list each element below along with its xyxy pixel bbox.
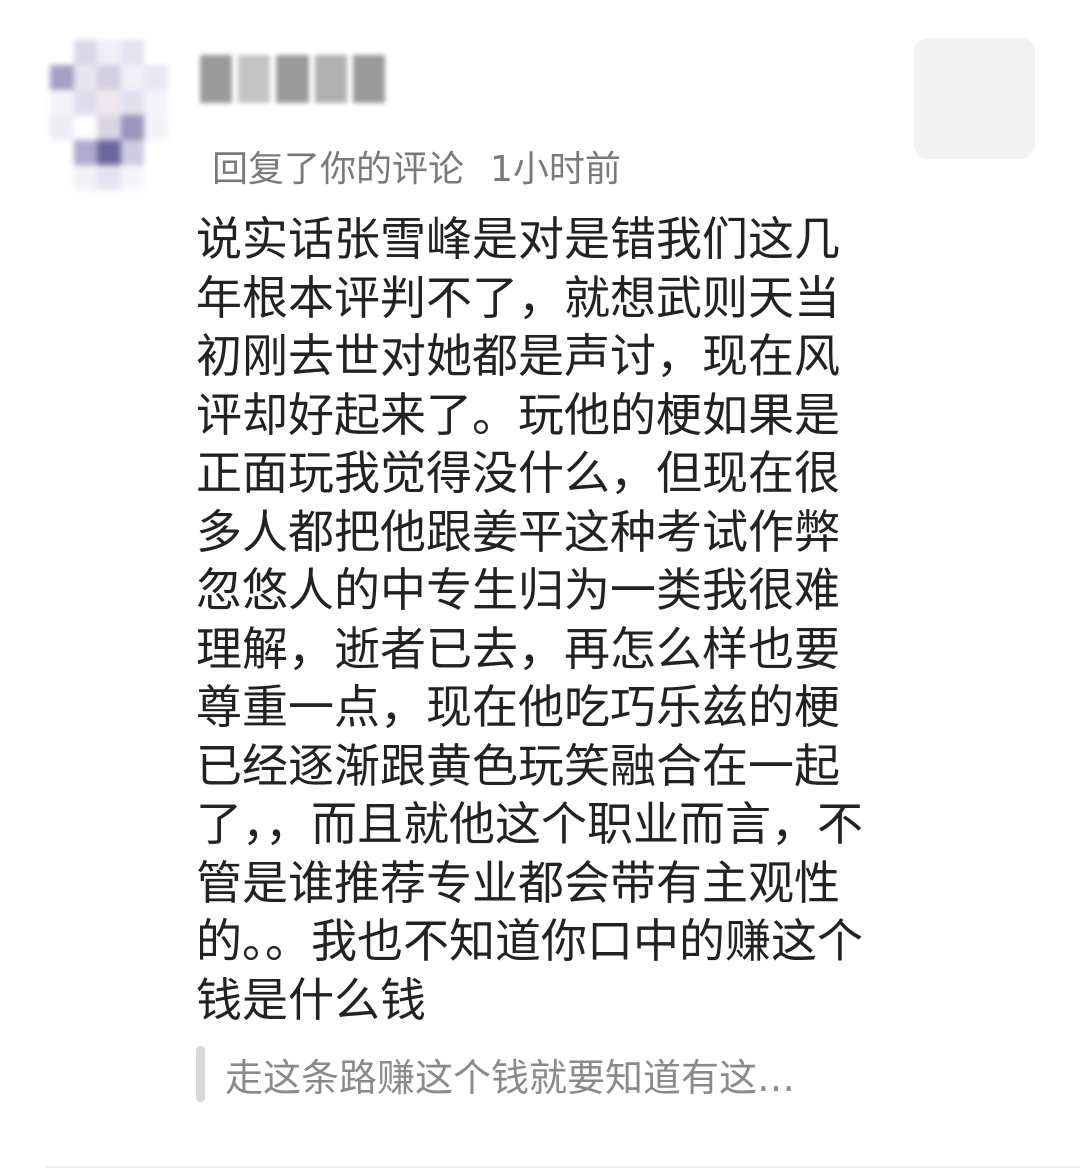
post-thumbnail[interactable] xyxy=(914,38,1035,159)
quoted-comment-text: 走这条路赚这个钱就要知道有这… xyxy=(225,1055,796,1100)
comment-meta: 回复了你的评论 1小时前 xyxy=(212,140,621,192)
quoted-comment[interactable]: 走这条路赚这个钱就要知道有这… xyxy=(196,1046,886,1102)
comment-timestamp: 1小时前 xyxy=(490,149,621,190)
quote-bar xyxy=(196,1046,205,1102)
username-blurred[interactable] xyxy=(200,55,386,103)
comment-body: 说实话张雪峰是对是错我们这几年根本评判不了，就想武则天当初刚去世对她都是声讨，现… xyxy=(196,212,863,1027)
avatar[interactable] xyxy=(50,40,168,190)
reply-action-text: 回复了你的评论 xyxy=(212,149,465,190)
divider xyxy=(45,1166,1080,1168)
